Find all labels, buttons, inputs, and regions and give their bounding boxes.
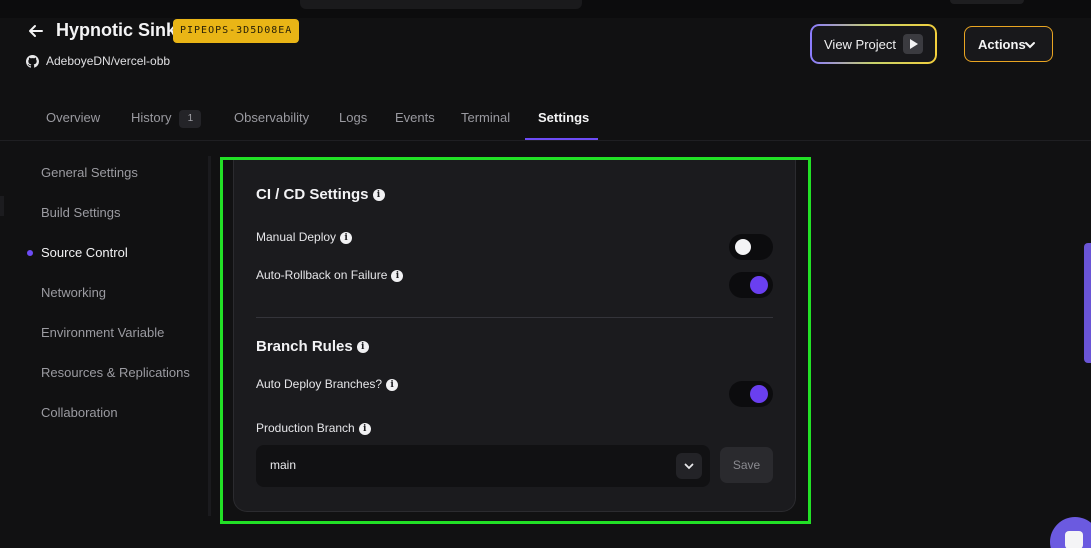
chevron-down-icon [1025,42,1035,49]
history-count-badge: 1 [179,109,202,128]
repo-link[interactable]: AdeboyeDN/vercel-obb [26,54,170,68]
production-branch-select[interactable]: main [256,445,710,487]
auto-deploy-label: Auto Deploy Branches? i [256,377,399,391]
branch-rules-section-title: Branch Rules i [256,338,369,355]
chevron-down-icon[interactable] [676,453,702,479]
active-tab-indicator [525,138,598,140]
actions-button[interactable]: Actions [964,26,1053,62]
tab-events[interactable]: Events [395,96,435,141]
sidebar-item-resources-replications[interactable]: Resources & Replications [41,365,190,380]
top-strip-search [300,0,582,9]
branch-rules-title-text: Branch Rules [256,338,353,355]
top-strip [0,0,1091,18]
project-id-badge: PIPEOPS-3D5D08EA [173,19,300,43]
chat-bubble [1065,531,1083,548]
info-icon[interactable]: i [391,269,404,282]
repo-name: AdeboyeDN/vercel-obb [46,54,171,68]
view-project-button[interactable]: View Project [810,24,937,64]
info-icon[interactable]: i [340,231,353,244]
tab-overview[interactable]: Overview [46,96,100,141]
manual-deploy-text: Manual Deploy [256,230,337,244]
manual-deploy-label: Manual Deploy i [256,230,353,244]
tab-observability[interactable]: Observability [234,96,309,141]
section-divider [256,317,773,318]
auto-rollback-text: Auto-Rollback on Failure [256,268,388,282]
info-icon[interactable]: i [358,422,371,435]
scrollbar-thumb[interactable] [1084,243,1091,363]
auto-deploy-text: Auto Deploy Branches? [256,377,383,391]
toggle-knob [750,385,768,403]
cicd-section-title: CI / CD Settings i [256,186,385,203]
production-branch-label: Production Branch i [256,421,371,435]
actions-label: Actions [978,36,1026,52]
auto-deploy-toggle[interactable] [729,381,773,407]
sidebar-item-networking[interactable]: Networking [41,285,106,300]
view-project-label: View Project [824,36,897,52]
sidebar-item-environment-variable[interactable]: Environment Variable [41,325,164,340]
arrow-left-icon[interactable] [26,21,46,41]
play-icon [903,34,923,54]
chat-icon[interactable] [1050,517,1091,548]
active-item-dot [27,250,33,256]
info-icon[interactable]: i [356,341,369,354]
production-branch-text: Production Branch [256,421,355,435]
production-branch-value: main [270,458,297,472]
top-strip-control [950,0,1024,4]
info-icon[interactable]: i [372,189,385,202]
sidebar-item-build-settings[interactable]: Build Settings [41,205,121,220]
info-icon[interactable]: i [386,378,399,391]
github-icon [26,54,39,68]
project-title: Hypnotic Sink [56,20,177,40]
save-button[interactable]: Save [720,447,773,483]
manual-deploy-toggle[interactable] [729,234,773,260]
content-divider [208,156,211,516]
sidebar-item-source-control[interactable]: Source Control [41,245,128,260]
cicd-title-text: CI / CD Settings [256,186,369,203]
auto-rollback-label: Auto-Rollback on Failure i [256,268,404,282]
tab-bar: Overview History 1 Observability Logs Eve… [0,96,1091,141]
tab-logs[interactable]: Logs [339,96,367,141]
sidebar-item-collaboration[interactable]: Collaboration [41,405,118,420]
tab-history[interactable]: History 1 [131,96,202,141]
toggle-knob [750,276,768,294]
sidebar-item-general-settings[interactable]: General Settings [41,165,138,180]
toggle-knob [735,239,751,255]
tab-history-label: History [131,110,172,125]
tab-settings[interactable]: Settings [538,96,589,141]
sidebar-edge-handle [0,196,4,216]
auto-rollback-toggle[interactable] [729,272,773,298]
tab-terminal[interactable]: Terminal [461,96,510,141]
